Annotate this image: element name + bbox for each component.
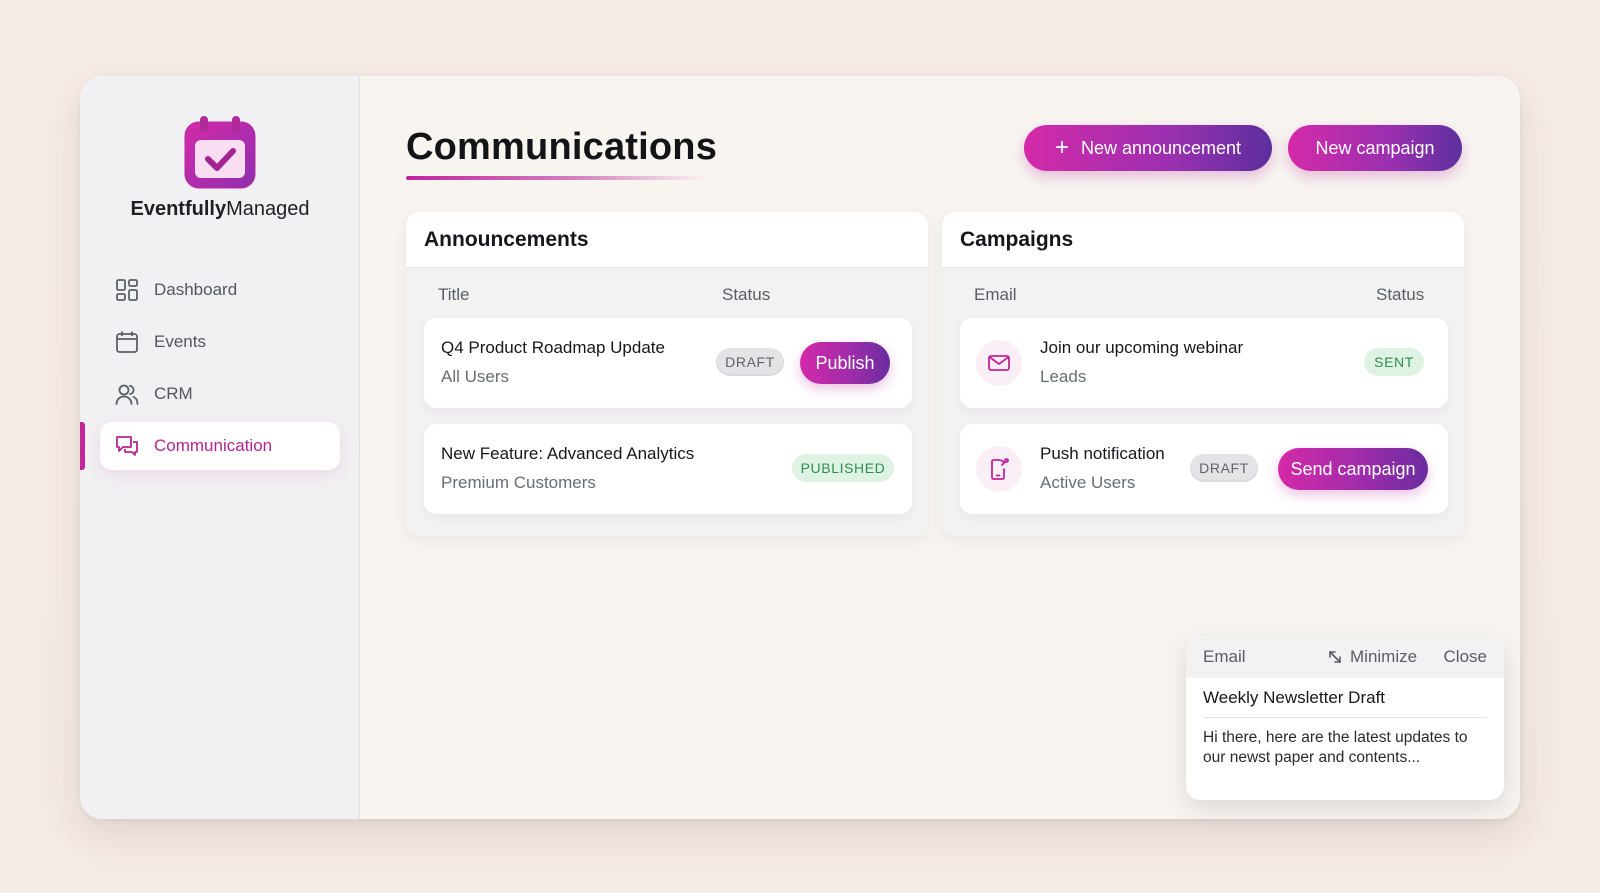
- new-announcement-button[interactable]: + New announcement: [1024, 125, 1272, 171]
- compose-body-field[interactable]: Hi there, here are the latest updates to…: [1203, 728, 1487, 768]
- status-badge: SENT: [1364, 348, 1424, 376]
- minimize-button[interactable]: Minimize: [1326, 647, 1417, 667]
- minimize-icon: [1329, 651, 1341, 663]
- new-announcement-label: New announcement: [1080, 137, 1242, 158]
- chat-icon: [116, 436, 138, 456]
- sidebar-item-communication[interactable]: Communication: [80, 422, 340, 470]
- announcements-title: Announcements: [406, 212, 928, 268]
- column-header-status: Status: [722, 285, 771, 304]
- status-badge: PUBLISHED: [792, 454, 894, 482]
- announcement-row[interactable]: New Feature: Advanced Analytics Premium …: [424, 424, 912, 514]
- compose-email-window: Email Minimize Close Weekly Newsletter D…: [1186, 636, 1504, 800]
- calendar-icon: [116, 331, 138, 353]
- campaign-row[interactable]: Push notification Active Users DRAFT Sen…: [960, 424, 1448, 514]
- campaigns-title: Campaigns: [942, 212, 1464, 268]
- brand-name: EventfullyManaged: [130, 198, 310, 220]
- status-badge: DRAFT: [716, 348, 784, 376]
- campaigns-panel: Campaigns Email Status Join our upcoming…: [942, 212, 1464, 536]
- sidebar-item-label: CRM: [154, 384, 193, 403]
- page-title: Communications: [406, 126, 718, 168]
- phone-notification-icon: [976, 446, 1022, 492]
- plus-icon: +: [1054, 134, 1069, 161]
- compose-header: Email Minimize Close: [1186, 636, 1504, 678]
- announcement-title: New Feature: Advanced Analytics: [441, 444, 695, 463]
- campaign-title: Push notification: [1040, 444, 1165, 463]
- mail-icon: [976, 340, 1022, 386]
- sidebar: EventfullyManaged Dashboard Events CRM C…: [80, 76, 360, 819]
- sidebar-item-dashboard[interactable]: Dashboard: [100, 266, 340, 314]
- sidebar-item-label: Dashboard: [154, 280, 238, 299]
- active-indicator: [80, 422, 85, 470]
- compose-subject-field[interactable]: Weekly Newsletter Draft: [1203, 678, 1487, 718]
- new-campaign-label: New campaign: [1315, 137, 1435, 158]
- new-campaign-button[interactable]: New campaign: [1288, 125, 1462, 171]
- sidebar-item-label: Communication: [154, 436, 273, 455]
- campaign-audience: Leads: [1040, 367, 1087, 386]
- announcement-audience: All Users: [441, 367, 510, 386]
- announcement-title: Q4 Product Roadmap Update: [441, 338, 665, 357]
- sidebar-nav: Dashboard Events CRM Communication: [80, 266, 340, 474]
- announcement-row[interactable]: Q4 Product Roadmap Update All Users DRAF…: [424, 318, 912, 408]
- campaign-audience: Active Users: [1040, 473, 1136, 492]
- sidebar-item-crm[interactable]: CRM: [100, 370, 340, 418]
- minimize-label: Minimize: [1350, 647, 1418, 666]
- grid-icon: [116, 279, 138, 301]
- campaign-title: Join our upcoming webinar: [1040, 338, 1244, 357]
- announcements-panel: Announcements Title Status Q4 Product Ro…: [406, 212, 928, 536]
- campaign-row[interactable]: Join our upcoming webinar Leads SENT: [960, 318, 1448, 408]
- logo[interactable]: EventfullyManaged: [80, 114, 360, 221]
- column-header-title: Title: [438, 285, 470, 304]
- column-header-email: Email: [974, 285, 1017, 304]
- status-badge: DRAFT: [1190, 454, 1258, 482]
- publish-button[interactable]: Publish: [800, 342, 890, 384]
- sidebar-item-label: Events: [154, 332, 206, 351]
- calendar-check-icon: [184, 116, 256, 189]
- column-header-status: Status: [1376, 285, 1425, 304]
- sidebar-item-events[interactable]: Events: [100, 318, 340, 366]
- users-icon: [115, 384, 139, 405]
- compose-type: Email: [1203, 647, 1246, 666]
- close-button[interactable]: Close: [1444, 647, 1487, 667]
- title-underline: [406, 176, 706, 180]
- send-campaign-button[interactable]: Send campaign: [1278, 448, 1428, 490]
- announcement-audience: Premium Customers: [441, 473, 596, 492]
